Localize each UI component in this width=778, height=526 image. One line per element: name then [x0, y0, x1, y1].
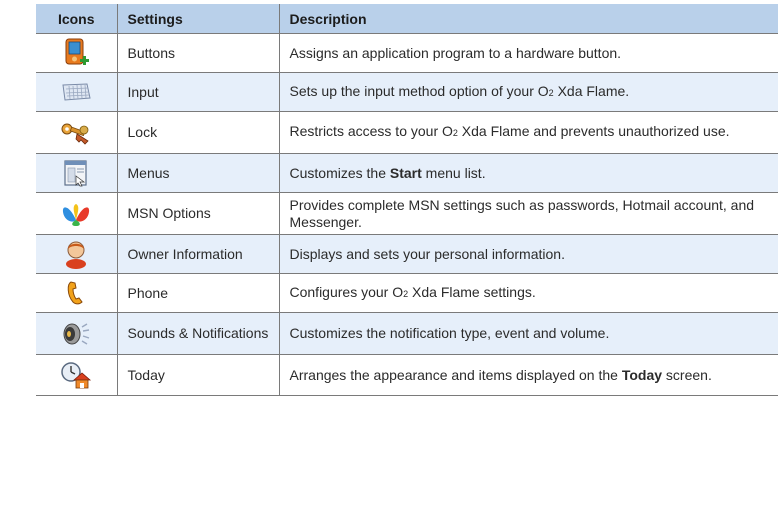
phone-handset-icon [68, 281, 83, 305]
speaker-sound-icon [63, 322, 90, 345]
setting-name: Lock [117, 111, 280, 154]
owner-person-icon [66, 241, 87, 269]
buttons-device-icon [65, 38, 90, 65]
icon-cell [36, 153, 118, 193]
keys-lock-icon [61, 123, 89, 145]
icon-cell [36, 312, 118, 355]
table-row: Owner Information Displays and sets your… [36, 234, 778, 274]
keyboard-icon [62, 83, 91, 101]
icon-cell [36, 72, 118, 112]
today-clock-home-icon [61, 362, 92, 389]
setting-name: Sounds & Notifications [117, 312, 280, 355]
table-row: Lock Restricts access to your O2 Xda Fla… [36, 111, 778, 154]
menu-window-icon [64, 160, 87, 187]
table-row: Sounds & Notifications Customizes the no… [36, 312, 778, 355]
setting-description: Configures your O2 Xda Flame settings. [279, 273, 778, 313]
setting-description: Sets up the input method option of your … [279, 72, 778, 112]
header-description: Description [279, 4, 778, 34]
settings-table: Icons Settings Description Buttons Assig… [36, 4, 778, 396]
msn-butterfly-icon [63, 203, 90, 226]
table-row: MSN Options Provides complete MSN settin… [36, 192, 778, 235]
setting-name: Input [117, 72, 280, 112]
setting-description: Customizes the Start menu list. [279, 153, 778, 193]
setting-description: Customizes the notification type, event … [279, 312, 778, 355]
icon-cell [36, 33, 118, 73]
icon-cell [36, 273, 118, 313]
table-row: Today Arranges the appearance and items … [36, 354, 778, 396]
icon-cell [36, 354, 118, 396]
header-row: Icons Settings Description [36, 4, 778, 34]
setting-description: Provides complete MSN settings such as p… [279, 192, 778, 235]
header-icons: Icons [36, 4, 118, 34]
table-row: Buttons Assigns an application program t… [36, 33, 778, 73]
setting-description: Displays and sets your personal informat… [279, 234, 778, 274]
setting-description: Arranges the appearance and items displa… [279, 354, 778, 396]
setting-description: Assigns an application program to a hard… [279, 33, 778, 73]
table-row: Phone Configures your O2 Xda Flame setti… [36, 273, 778, 313]
setting-name: MSN Options [117, 192, 280, 235]
setting-name: Menus [117, 153, 280, 193]
setting-name: Today [117, 354, 280, 396]
setting-name: Owner Information [117, 234, 280, 274]
setting-name: Buttons [117, 33, 280, 73]
icon-cell [36, 234, 118, 274]
setting-name: Phone [117, 273, 280, 313]
setting-description: Restricts access to your O2 Xda Flame an… [279, 111, 778, 154]
table-row: Input Sets up the input method option of… [36, 72, 778, 112]
table-row: Menus Customizes the Start menu list. [36, 153, 778, 193]
icon-cell [36, 111, 118, 154]
icon-cell [36, 192, 118, 235]
header-settings: Settings [117, 4, 280, 34]
